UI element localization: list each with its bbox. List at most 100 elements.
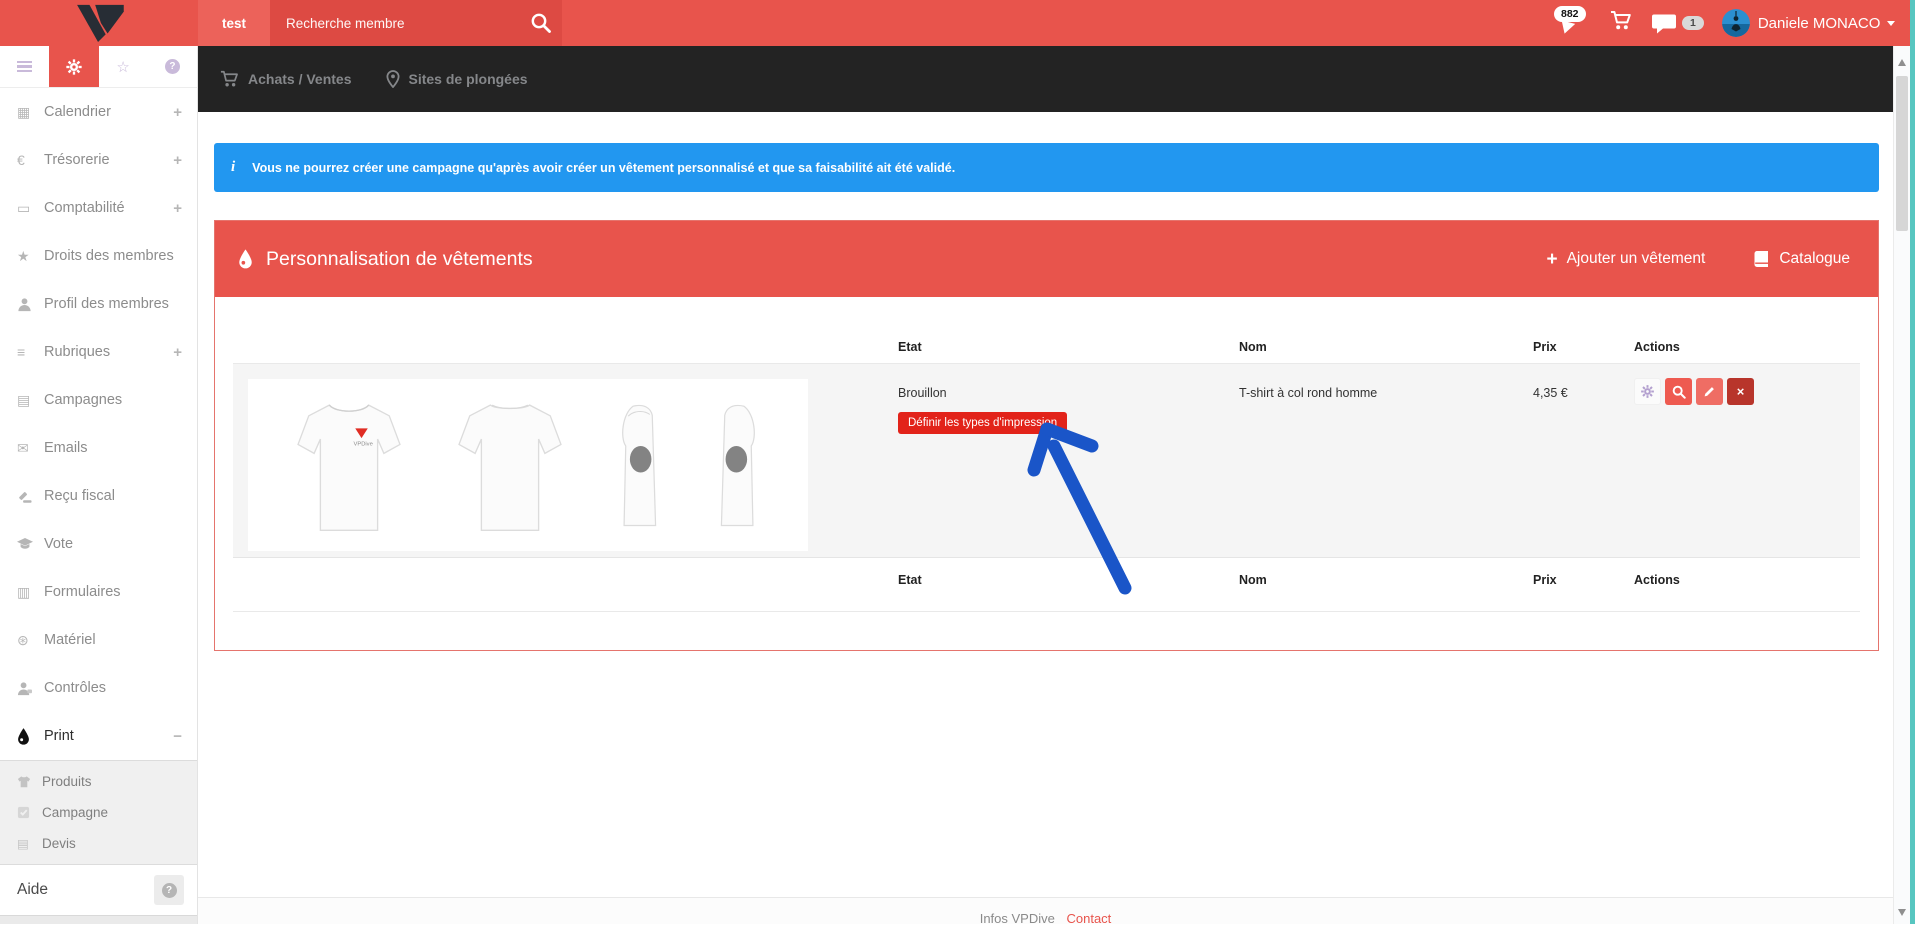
col-etat: Etat [881,340,1223,354]
sidebar-item-print[interactable]: Print − [0,712,197,760]
table-header: Etat Nom Prix Actions [233,331,1860,364]
expand-plus-icon[interactable]: + [173,344,182,361]
checkbox-icon [17,806,42,819]
clothing-panel: Personnalisation de vêtements + Ajouter … [214,220,1879,651]
tshirt-icon [17,775,42,789]
edit-button[interactable] [1696,378,1723,405]
expand-plus-icon[interactable]: + [173,104,182,121]
screen-edge-strip [1910,0,1915,924]
garments-table: Etat Nom Prix Actions VPDive [233,331,1860,612]
catalogue-button[interactable]: Catalogue [1753,250,1850,268]
col-prix: Prix [1517,340,1618,354]
nav-sites-de-plongees[interactable]: Sites de plongées [386,70,528,88]
sidebar-item-vote[interactable]: Vote [0,520,197,568]
chevron-down-icon[interactable] [1887,21,1895,26]
search-input[interactable] [270,16,510,31]
calendar-icon: ▦ [17,104,44,121]
chat-icon [1652,13,1677,34]
star-icon: ★ [17,248,44,265]
tshirt-side-image [709,389,767,541]
settings-button[interactable] [1634,378,1661,405]
close-icon: × [1737,384,1745,399]
panel-title: Personnalisation de vêtements [266,248,533,271]
collapse-minus-icon[interactable]: − [173,728,182,745]
topbar-actions: 882 1 [1552,0,1895,46]
euro-icon: € [17,152,44,168]
form-icon: ▥ [17,584,44,601]
message-count-badge: 1 [1682,16,1704,30]
add-garment-button[interactable]: + Ajouter un vêtement [1546,250,1705,269]
tab-settings[interactable] [49,46,98,87]
submenu-item-devis[interactable]: ▤ Devis [0,828,197,859]
cart-icon[interactable] [1610,10,1632,36]
submenu-item-produits[interactable]: Produits [0,766,197,797]
delete-button[interactable]: × [1727,378,1754,405]
messages-button[interactable]: 1 [1652,13,1704,34]
garment-price: 4,35 € [1517,364,1618,557]
hamburger-icon [17,61,32,73]
sidebar-tabs: ☆ ? [0,46,197,88]
sidebar-item-rubriques[interactable]: ≡ Rubriques + [0,328,197,376]
submenu-item-campagne[interactable]: Campagne [0,797,197,828]
life-ring-icon: ⊛ [17,632,44,649]
help-label: Aide [17,881,154,899]
product-images[interactable]: VPDive [248,379,808,551]
sidebar-item-emails[interactable]: ✉ Emails [0,424,197,472]
scrollbar-thumb[interactable] [1896,76,1908,231]
grad-cap-icon [17,537,44,551]
vertical-scrollbar[interactable] [1893,46,1910,924]
scroll-up-arrow[interactable] [1898,59,1906,66]
sidebar-item-recu-fiscal[interactable]: Reçu fiscal [0,472,197,520]
define-print-types-button[interactable]: Définir les types d'impression [898,412,1067,434]
lines-icon: ≡ [17,344,44,360]
person-icon [17,297,44,312]
sidebar-item-formulaires[interactable]: ▥ Formulaires [0,568,197,616]
club-tab[interactable]: test [198,0,270,46]
cart-icon [220,70,239,88]
banner-text: Vous ne pourrez créer une campagne qu'ap… [252,161,955,175]
sidebar-item-profil-des-membres[interactable]: Profil des membres [0,280,197,328]
sidebar-item-controles[interactable]: Contrôles [0,664,197,712]
tab-favorites[interactable]: ☆ [99,46,148,87]
secondary-nav: Achats / Ventes Sites de plongées [198,46,1893,112]
sidebar-item-materiel[interactable]: ⊛ Matériel [0,616,197,664]
scroll-down-arrow[interactable] [1898,909,1906,916]
drop-icon [238,249,253,269]
expand-plus-icon[interactable]: + [173,152,182,169]
print-submenu: Produits Campagne ▤ Devis [0,760,197,865]
row-actions: × [1618,364,1860,557]
top-bar: test 882 1 [0,0,1910,46]
magnifier-icon [1672,385,1686,399]
sidebar-item-droits-des-membres[interactable]: ★ Droits des membres [0,232,197,280]
speech-bubble-icon [1559,20,1575,35]
sidebar-footer-strip [0,915,197,924]
gear-icon [1640,384,1655,399]
notifications-button[interactable]: 882 [1552,5,1598,41]
col-nom: Nom [1223,340,1517,354]
view-button[interactable] [1665,378,1692,405]
app-logo[interactable] [70,3,128,48]
search-icon[interactable] [530,12,552,39]
tab-menu[interactable] [0,46,49,87]
user-menu[interactable]: Daniele MONACO [1758,15,1881,32]
drop-icon [17,728,44,745]
table-footer-header: Etat Nom Prix Actions [233,558,1860,612]
file-icon: ▤ [17,392,44,409]
sidebar-item-campagnes[interactable]: ▤ Campagnes [0,376,197,424]
tab-help[interactable]: ? [148,46,197,87]
sidebar: ☆ ? ▦ Calendrier + € Trésorerie + ▭ Comp… [0,46,198,924]
map-pin-icon [386,70,400,88]
gavel-icon [17,489,44,504]
garment-name: T-shirt à col rond homme [1223,364,1517,557]
sidebar-item-tresorerie[interactable]: € Trésorerie + [0,136,197,184]
nav-achats-ventes[interactable]: Achats / Ventes [220,70,352,88]
sidebar-item-calendrier[interactable]: ▦ Calendrier + [0,88,197,136]
avatar[interactable] [1722,9,1750,37]
question-icon: ? [162,883,177,898]
expand-plus-icon[interactable]: + [173,200,182,217]
notification-count-badge: 882 [1554,6,1586,22]
plus-icon: + [1546,250,1557,269]
help-button[interactable]: ? [154,875,184,905]
sidebar-item-comptabilite[interactable]: ▭ Comptabilité + [0,184,197,232]
table-row: VPDive [233,364,1860,558]
